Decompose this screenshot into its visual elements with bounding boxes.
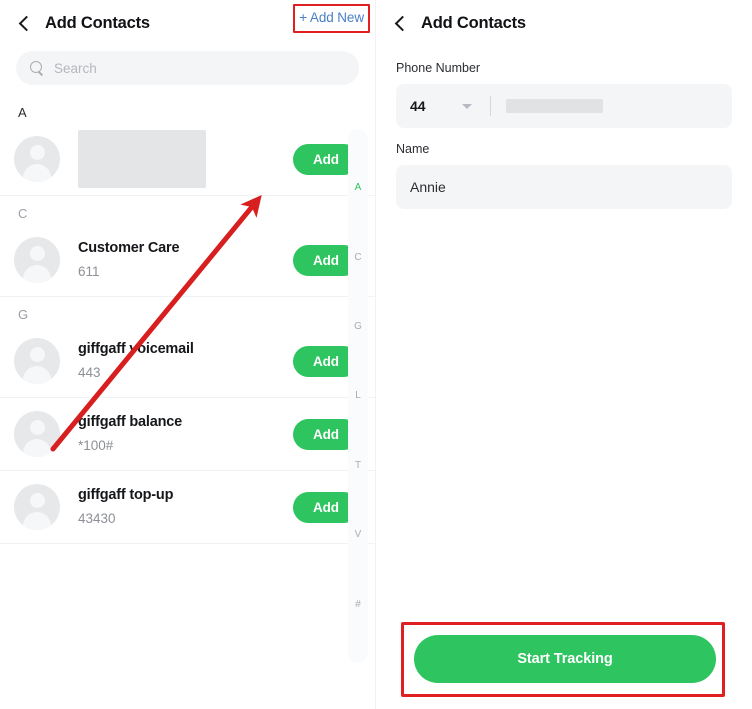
avatar <box>14 136 60 182</box>
start-tracking-highlight-box: Start Tracking <box>401 622 725 697</box>
section-header-a: A <box>18 105 27 120</box>
page-title: Add Contacts <box>421 14 526 32</box>
table-row[interactable]: Customer Care 611 Add <box>0 224 375 297</box>
section-header-c: C <box>18 206 28 221</box>
contact-number: 43430 <box>78 511 116 526</box>
contact-number: 611 <box>78 264 100 279</box>
index-letter-l[interactable]: L <box>348 361 368 430</box>
table-row[interactable]: giffgaff balance *100# Add <box>0 398 375 471</box>
contacts-scroll-area[interactable]: A Add C Customer Care 611 Add G giffgaff… <box>0 95 375 709</box>
contact-info: giffgaff balance *100# <box>78 412 293 456</box>
chevron-down-icon[interactable] <box>462 103 472 109</box>
avatar <box>14 411 60 457</box>
search-icon <box>30 61 44 75</box>
right-top-bar: Add Contacts <box>376 0 752 47</box>
contact-info: giffgaff top-up 43430 <box>78 485 293 529</box>
index-letter-a[interactable]: A <box>348 153 368 222</box>
right-panel-add-contact-form: Add Contacts Phone Number 44 Name Annie <box>376 0 752 709</box>
index-letter-t[interactable]: T <box>348 431 368 500</box>
add-new-highlight-box: + Add New <box>293 4 370 33</box>
index-letter-g[interactable]: G <box>348 292 368 361</box>
search-area <box>0 47 375 95</box>
field-divider <box>490 96 491 116</box>
page-title: Add Contacts <box>45 14 150 32</box>
chevron-left-icon[interactable] <box>390 13 412 35</box>
avatar <box>14 237 60 283</box>
phone-number-field-group: Phone Number 44 <box>376 47 752 128</box>
contact-number: 443 <box>78 365 101 380</box>
redacted-name-block <box>78 130 206 188</box>
app-screen: Add Contacts + Add New A Add C <box>0 0 752 709</box>
avatar <box>14 338 60 384</box>
name-value: Annie <box>410 179 446 195</box>
chevron-left-icon[interactable] <box>14 13 36 35</box>
name-field[interactable]: Annie <box>396 165 732 209</box>
table-row[interactable]: giffgaff top-up 43430 Add <box>0 471 375 544</box>
contact-name: giffgaff voicemail <box>78 341 194 357</box>
index-letter-hash[interactable]: # <box>348 570 368 639</box>
search-input[interactable] <box>54 60 345 76</box>
contact-info <box>78 130 293 188</box>
left-top-bar: Add Contacts + Add New <box>0 0 375 47</box>
section-header-g: G <box>18 307 29 322</box>
contact-name: Customer Care <box>78 240 180 256</box>
contact-name: giffgaff balance <box>78 414 182 430</box>
table-row[interactable]: giffgaff voicemail 443 Add <box>0 325 375 398</box>
add-new-button[interactable]: + Add New <box>299 10 364 25</box>
index-letter-c[interactable]: C <box>348 222 368 291</box>
left-panel-contacts-list: Add Contacts + Add New A Add C <box>0 0 376 709</box>
name-field-group: Name Annie <box>376 128 752 209</box>
index-letter-v[interactable]: V <box>348 500 368 569</box>
country-code-value: 44 <box>410 98 426 114</box>
redacted-phone-number <box>506 99 603 113</box>
search-box[interactable] <box>16 51 359 85</box>
avatar <box>14 484 60 530</box>
contact-name: giffgaff top-up <box>78 487 174 503</box>
name-label: Name <box>396 142 430 156</box>
contact-number: *100# <box>78 438 114 453</box>
contact-info: Customer Care 611 <box>78 238 293 282</box>
start-tracking-button[interactable]: Start Tracking <box>414 635 716 683</box>
alphabet-index-rail[interactable]: A C G L T V # <box>348 129 368 663</box>
contact-info: giffgaff voicemail 443 <box>78 339 293 383</box>
phone-number-label: Phone Number <box>396 61 481 75</box>
phone-number-field[interactable]: 44 <box>396 84 732 128</box>
table-row[interactable]: Add <box>0 123 375 196</box>
